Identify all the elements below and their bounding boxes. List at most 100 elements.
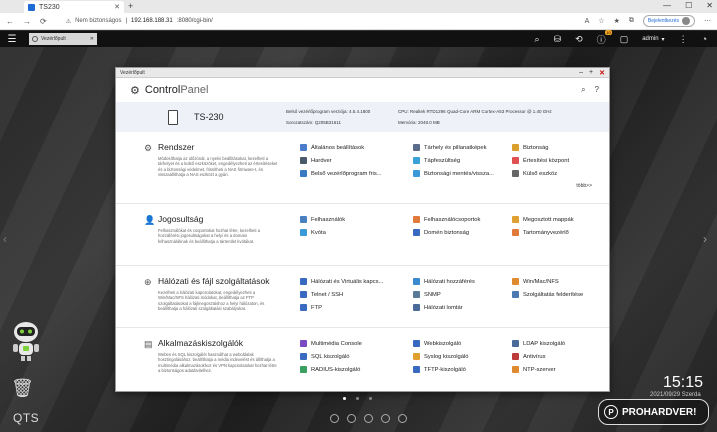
multimedia-icon bbox=[300, 340, 307, 347]
trash-icon[interactable]: 🗑 bbox=[11, 378, 34, 399]
item-radius[interactable]: RADIUS-kiszolgáló bbox=[300, 366, 413, 373]
cp-search-icon[interactable]: ⌕ bbox=[581, 85, 585, 95]
section-desc: Módosíthatja az időzónát, a nyelvi beáll… bbox=[158, 156, 278, 178]
item-win-mac-nfs[interactable]: Win/Mac/NFS bbox=[512, 278, 592, 285]
read-aloud-icon[interactable]: A bbox=[585, 18, 590, 25]
dock-icon[interactable] bbox=[381, 414, 390, 423]
close-app-tab-icon[interactable]: ✕ bbox=[90, 36, 94, 42]
url-field[interactable]: ⚠ Nem biztonságos | 192.168.188.31:8080/… bbox=[66, 18, 213, 25]
item-tftp[interactable]: TFTP-kiszolgáló bbox=[413, 366, 512, 373]
user-icon[interactable]: ▢ bbox=[620, 34, 629, 45]
storage-icon bbox=[413, 144, 420, 151]
item-ldap[interactable]: LDAP kiszolgáló bbox=[512, 340, 592, 347]
dock-icon[interactable] bbox=[398, 414, 407, 423]
dock-icon[interactable] bbox=[330, 414, 339, 423]
page-dot[interactable] bbox=[356, 397, 359, 400]
item-antivirus[interactable]: Antivírus bbox=[512, 353, 592, 360]
main-menu-icon[interactable]: ☰ bbox=[0, 34, 24, 45]
reload-icon[interactable]: ⟳ bbox=[40, 17, 47, 26]
arrow-left-icon[interactable]: ‹ bbox=[3, 232, 7, 246]
item-felhasznalocsoportok[interactable]: Felhasználócsoportok bbox=[413, 216, 512, 223]
item-tarhely[interactable]: Tárhely és pillanatképek bbox=[413, 144, 512, 151]
dock-icon[interactable] bbox=[364, 414, 373, 423]
help-icon[interactable]: ? bbox=[595, 85, 599, 95]
arrow-right-icon[interactable]: › bbox=[703, 232, 707, 246]
item-halozati-virtualis[interactable]: Hálózati és Virtuális kapcs... bbox=[300, 278, 413, 285]
section-title: Jogosultság bbox=[158, 214, 204, 224]
qts-app-tab[interactable]: Vezérlőpult ✕ bbox=[29, 33, 97, 45]
collections-icon[interactable]: ⧉ bbox=[629, 17, 634, 25]
notification-icon[interactable]: ⓘ 10 bbox=[597, 29, 612, 46]
notification-center-icon bbox=[512, 157, 519, 164]
watermark-icon: P bbox=[604, 405, 618, 419]
quota-icon bbox=[300, 229, 307, 236]
item-sql[interactable]: SQL kiszolgáló bbox=[300, 353, 413, 360]
user-name: admin bbox=[642, 36, 659, 42]
item-label: Telnet / SSH bbox=[311, 291, 344, 298]
browser-tab[interactable]: TS230 ✕ bbox=[24, 1, 124, 13]
item-telnet-ssh[interactable]: Telnet / SSH bbox=[300, 291, 413, 298]
user-menu[interactable]: admin ▾ bbox=[642, 36, 664, 43]
dock-icon[interactable] bbox=[347, 414, 356, 423]
item-hardver[interactable]: Hardver bbox=[300, 157, 413, 164]
item-altalanos[interactable]: Általános beállítások bbox=[300, 144, 413, 151]
back-icon[interactable]: ← bbox=[6, 17, 14, 26]
browser-tabbar: TS230 ✕ + — ☐ ✕ bbox=[0, 0, 717, 13]
item-multimedia-console[interactable]: Multimédia Console bbox=[300, 340, 413, 347]
window-titlebar: Vezérlőpult – + ✕ bbox=[116, 68, 609, 78]
item-ntp[interactable]: NTP-szerver bbox=[512, 366, 592, 373]
qts-logo: QTS bbox=[13, 411, 40, 425]
item-szolgaltatas-felderitese[interactable]: Szolgáltatás felderítése bbox=[512, 291, 592, 298]
minimize-icon[interactable]: — bbox=[663, 1, 671, 10]
item-halozati-hozzaferes[interactable]: Hálózati hozzáférés bbox=[413, 278, 512, 285]
item-backup[interactable]: Biztonsági mentés/vissza... bbox=[413, 170, 512, 177]
favorites-list-icon[interactable]: ★ bbox=[614, 17, 620, 25]
window-minimize-icon[interactable]: – bbox=[579, 69, 583, 77]
favorite-icon[interactable]: ☆ bbox=[598, 17, 604, 25]
tab-favicon-icon bbox=[28, 3, 35, 11]
item-snmp[interactable]: SNMP bbox=[413, 291, 512, 298]
item-label: LDAP kiszolgáló bbox=[523, 340, 566, 347]
recycle-bin-icon bbox=[413, 304, 420, 311]
window-maximize-icon[interactable]: + bbox=[589, 69, 593, 77]
helpdesk-robot-icon[interactable] bbox=[9, 320, 43, 362]
close-window-icon[interactable]: ✕ bbox=[706, 1, 713, 10]
options-icon[interactable]: ⋮ bbox=[679, 34, 688, 45]
page-dot[interactable] bbox=[369, 397, 372, 400]
new-tab-icon[interactable]: + bbox=[128, 1, 133, 11]
item-syslog[interactable]: Syslog kiszolgáló bbox=[413, 353, 512, 360]
sql-icon bbox=[300, 353, 307, 360]
window-close-icon[interactable]: ✕ bbox=[599, 69, 605, 77]
item-firmware[interactable]: Belső vezérlőprogram fris... bbox=[300, 170, 413, 177]
item-tapfeszultseg[interactable]: Tápfeszültség bbox=[413, 157, 512, 164]
controlpanel-gear-icon: ⚙ bbox=[130, 84, 140, 97]
item-tartomanyvezerlo[interactable]: Tartományvezérlő bbox=[512, 229, 592, 236]
external-drive-icon bbox=[512, 170, 519, 177]
domain-security-icon bbox=[413, 229, 420, 236]
item-ftp[interactable]: FTP bbox=[300, 304, 413, 311]
item-halozati-lomtar[interactable]: Hálózati lomtár bbox=[413, 304, 512, 311]
external-device-icon[interactable]: ⟲ bbox=[575, 34, 583, 45]
service-discovery-icon bbox=[512, 291, 519, 298]
dashboard-icon[interactable]: ◔ bbox=[702, 34, 707, 44]
search-icon[interactable]: ⌕ bbox=[535, 34, 540, 45]
app-title-strong: Control bbox=[144, 84, 181, 96]
more-link[interactable]: több>> bbox=[512, 183, 592, 189]
item-megosztott-mappak[interactable]: Megosztott mappák bbox=[512, 216, 592, 223]
forward-icon[interactable]: → bbox=[23, 17, 31, 26]
more-icon[interactable]: ⋯ bbox=[704, 17, 711, 25]
item-webkiszolgalo[interactable]: Webkiszolgáló bbox=[413, 340, 512, 347]
item-kvota[interactable]: Kvóta bbox=[300, 229, 413, 236]
item-kulso-eszkoz[interactable]: Külső eszköz bbox=[512, 170, 592, 177]
background-tasks-icon[interactable]: ⛁ bbox=[554, 34, 562, 45]
maximize-icon[interactable]: ☐ bbox=[685, 1, 692, 10]
ldap-icon bbox=[512, 340, 519, 347]
item-ertesitesi[interactable]: Értesítési központ bbox=[512, 157, 592, 164]
item-domen-biztonsag[interactable]: Domén biztonság bbox=[413, 229, 512, 236]
item-felhasznalok[interactable]: Felhasználók bbox=[300, 216, 413, 223]
page-dot[interactable] bbox=[343, 397, 346, 400]
signin-button[interactable]: Bejelentkezés bbox=[642, 15, 695, 27]
close-tab-icon[interactable]: ✕ bbox=[114, 3, 120, 11]
item-biztonsag[interactable]: Biztonság bbox=[512, 144, 592, 151]
settings-icon bbox=[300, 144, 307, 151]
